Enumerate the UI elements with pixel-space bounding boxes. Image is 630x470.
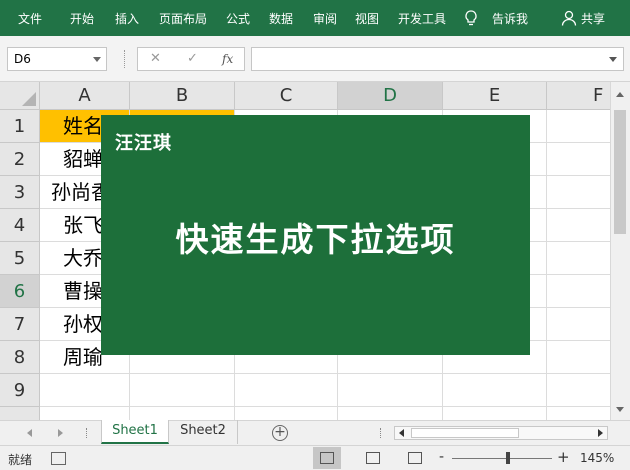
tab-data[interactable]: 数据	[269, 10, 293, 27]
formula-bar-divider	[124, 50, 126, 68]
tab-developer[interactable]: 开发工具	[398, 10, 446, 27]
tutorial-title: 快速生成下拉选项	[175, 220, 456, 259]
tab-divider	[86, 428, 88, 438]
page-layout-view-button[interactable]	[359, 447, 387, 469]
zoom-in-button[interactable]: +	[557, 448, 570, 466]
cancel-icon[interactable]: ✕	[150, 51, 161, 66]
sheet-tab-sheet1[interactable]: Sheet1	[101, 420, 169, 444]
row-header-4[interactable]: 4	[0, 209, 40, 242]
macro-record-icon[interactable]	[51, 452, 66, 465]
cell-f2[interactable]	[547, 143, 610, 176]
cell-b9[interactable]	[130, 374, 235, 407]
cell-f9[interactable]	[547, 374, 610, 407]
row-header-8[interactable]: 8	[0, 341, 40, 374]
cell-f4[interactable]	[547, 209, 610, 242]
user-icon[interactable]	[561, 10, 577, 26]
next-sheet-icon[interactable]	[58, 429, 63, 437]
tab-insert[interactable]: 插入	[115, 10, 139, 27]
cell-f1[interactable]	[547, 110, 610, 143]
status-bar: 就绪 - + 145%	[0, 445, 630, 470]
scroll-down-icon[interactable]	[616, 407, 624, 412]
row-header-3[interactable]: 3	[0, 176, 40, 209]
cell-f3[interactable]	[547, 176, 610, 209]
cell-c9[interactable]	[235, 374, 338, 407]
cell-d10[interactable]	[338, 407, 443, 420]
page-layout-icon	[366, 452, 380, 464]
tab-file[interactable]: 文件	[18, 10, 42, 27]
add-sheet-button[interactable]: +	[272, 425, 288, 441]
column-header-f[interactable]: F	[547, 82, 610, 110]
tell-me-box[interactable]: 告诉我	[492, 10, 528, 27]
sheet-tab-sheet2[interactable]: Sheet2	[169, 420, 238, 444]
page-break-icon	[408, 452, 422, 464]
cell-f7[interactable]	[547, 308, 610, 341]
title-card: 汪汪琪 快速生成下拉选项	[101, 115, 530, 355]
row-header-5[interactable]: 5	[0, 242, 40, 275]
prev-sheet-icon[interactable]	[27, 429, 32, 437]
tab-view[interactable]: 视图	[355, 10, 379, 27]
split-handle[interactable]	[380, 428, 382, 438]
cell-f8[interactable]	[547, 341, 610, 374]
formula-input[interactable]	[251, 47, 624, 71]
zoom-level[interactable]: 145%	[580, 451, 614, 465]
cell-c10[interactable]	[235, 407, 338, 420]
cell-a9[interactable]	[40, 374, 130, 407]
normal-view-button[interactable]	[313, 447, 341, 469]
tab-page-layout[interactable]: 页面布局	[159, 10, 207, 27]
scroll-up-icon[interactable]	[616, 92, 624, 97]
row-header-9[interactable]: 9	[0, 374, 40, 407]
zoom-slider-handle[interactable]	[506, 452, 510, 464]
horizontal-scrollbar[interactable]	[394, 426, 608, 440]
chevron-down-icon[interactable]	[93, 57, 101, 62]
name-box[interactable]: D6	[7, 47, 107, 71]
select-all-button[interactable]	[0, 82, 40, 110]
formula-bar: D6 ✕ ✓ fx	[0, 36, 630, 82]
share-button[interactable]: 共享	[581, 10, 605, 27]
author-name: 汪汪琪	[115, 133, 172, 154]
zoom-slider[interactable]	[452, 458, 552, 459]
column-header-b[interactable]: B	[130, 82, 235, 110]
check-icon[interactable]: ✓	[187, 51, 198, 66]
name-box-value: D6	[14, 52, 31, 66]
status-ready: 就绪	[8, 453, 33, 467]
tab-formulas[interactable]: 公式	[226, 10, 250, 27]
page-break-view-button[interactable]	[401, 447, 429, 469]
lightbulb-icon[interactable]	[464, 10, 478, 27]
cell-e9[interactable]	[443, 374, 547, 407]
scroll-right-icon[interactable]	[598, 429, 603, 437]
column-header-e[interactable]: E	[443, 82, 547, 110]
cell-e10[interactable]	[443, 407, 547, 420]
scroll-left-icon[interactable]	[399, 429, 404, 437]
cell-b10[interactable]	[130, 407, 235, 420]
cell-f5[interactable]	[547, 242, 610, 275]
tab-review[interactable]: 审阅	[313, 10, 337, 27]
expand-formula-icon[interactable]	[609, 57, 617, 62]
column-header-c[interactable]: C	[235, 82, 338, 110]
cell-f6[interactable]	[547, 275, 610, 308]
row-header-10[interactable]	[0, 407, 40, 420]
cell-a10[interactable]	[40, 407, 130, 420]
tab-home[interactable]: 开始	[70, 10, 94, 27]
sheet-tab-bar: Sheet1 Sheet2 +	[0, 420, 630, 445]
row-header-1[interactable]: 1	[0, 110, 40, 143]
column-header-a[interactable]: A	[40, 82, 130, 110]
insert-function-icon[interactable]: fx	[222, 52, 233, 66]
formula-buttons: ✕ ✓ fx	[137, 47, 245, 71]
row-header-7[interactable]: 7	[0, 308, 40, 341]
column-header-d[interactable]: D	[338, 82, 443, 110]
vertical-scrollbar[interactable]	[610, 82, 630, 420]
normal-view-icon	[320, 452, 334, 464]
vertical-scroll-thumb[interactable]	[614, 110, 626, 234]
row-header-6[interactable]: 6	[0, 275, 40, 308]
cell-d9[interactable]	[338, 374, 443, 407]
ribbon-tab-bar: 文件 开始 插入 页面布局 公式 数据 审阅 视图 开发工具 告诉我 共享	[0, 0, 630, 36]
cell-f10[interactable]	[547, 407, 610, 420]
horizontal-scroll-thumb[interactable]	[411, 428, 519, 438]
row-header-2[interactable]: 2	[0, 143, 40, 176]
zoom-out-button[interactable]: -	[439, 449, 444, 465]
